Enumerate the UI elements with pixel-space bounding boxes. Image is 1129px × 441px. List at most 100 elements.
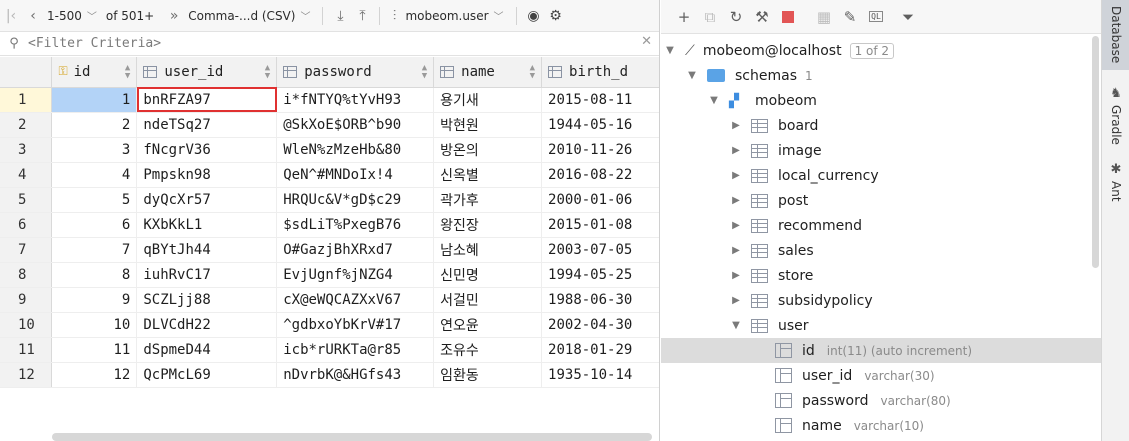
cell-birth-date[interactable]: 1944-05-16 <box>541 112 659 138</box>
chevron-down-icon[interactable]: ▼ <box>685 70 699 81</box>
chevron-down-icon[interactable]: ﹀ <box>300 8 310 23</box>
cell-user-id[interactable]: bnRFZA97 <box>136 87 278 113</box>
cell-user-id[interactable]: QcPMcL69 <box>136 362 278 388</box>
cell-id[interactable]: 9 <box>51 287 138 313</box>
cell-birth-date[interactable]: 2018-01-29 <box>541 337 659 363</box>
sort-icon[interactable]: ▲ ▼ <box>530 63 535 80</box>
sort-icon[interactable]: ▲ ▼ <box>265 63 270 80</box>
column-header-birth-date[interactable]: birth_d <box>541 57 659 88</box>
tree-column-user-id[interactable]: user_id varchar(30) <box>661 363 1101 388</box>
table-row[interactable]: 9 9 SCZLjj88 cX@eWQCAZXxV67 서걸민 1988-06-30 <box>0 287 659 313</box>
cell-password[interactable]: i*fNTYQ%tYvH93 <box>276 87 435 113</box>
cell-birth-date[interactable]: 1935-10-14 <box>541 362 659 388</box>
cell-name[interactable]: 남소혜 <box>433 237 543 263</box>
tree-table-board[interactable]: ▶ board <box>661 113 1101 138</box>
table-row[interactable]: 4 4 Pmpskn98 QeN^#MNDoIx!4 신옥별 2016-08-22 <box>0 162 659 188</box>
settings-wrench-icon[interactable]: ⚒ <box>749 5 775 29</box>
previous-page-icon[interactable]: ‹ <box>22 5 44 27</box>
cell-user-id[interactable]: iuhRvC17 <box>136 262 278 288</box>
cell-user-id[interactable]: SCZLjj88 <box>136 287 278 313</box>
tree-schemas[interactable]: ▼ schemas 1 <box>661 63 1101 88</box>
query-console-icon[interactable]: QL <box>863 5 889 29</box>
row-number[interactable]: 10 <box>0 312 53 338</box>
cell-id[interactable]: 4 <box>51 162 138 188</box>
chevron-down-icon[interactable]: ▼ <box>707 95 721 106</box>
tab-gradle[interactable]: ♞ Gradle <box>1102 80 1129 150</box>
sort-icon[interactable]: ▲ ▼ <box>125 63 130 80</box>
chevron-right-icon[interactable]: ▶ <box>729 170 743 181</box>
table-row[interactable]: 11 11 dSpmeD44 icb*rURKTa@r85 조유수 2018-01-29 <box>0 337 659 363</box>
tree-column-id[interactable]: id int(11) (auto increment) <box>661 338 1101 363</box>
filter-input[interactable]: <Filter Criteria> <box>28 36 161 51</box>
table-row[interactable]: 6 6 KXbKkL1 $sdLiT%PxegB76 왕진장 2015-01-08 <box>0 212 659 238</box>
tree-column-password[interactable]: password varchar(80) <box>661 388 1101 413</box>
row-number[interactable]: 4 <box>0 162 53 188</box>
cell-id[interactable]: 6 <box>51 212 138 238</box>
column-header-password[interactable]: password ▲ ▼ <box>276 57 435 88</box>
tree-table-sales[interactable]: ▶ sales <box>661 238 1101 263</box>
tree-table-store[interactable]: ▶ store <box>661 263 1101 288</box>
target-table[interactable]: mobeom.user <box>402 9 491 23</box>
tab-database[interactable]: Database <box>1102 0 1129 70</box>
cell-id[interactable]: 3 <box>51 137 138 163</box>
cell-name[interactable]: 곽가후 <box>433 187 543 213</box>
cell-birth-date[interactable]: 2002-04-30 <box>541 312 659 338</box>
table-row[interactable]: 7 7 qBYtJh44 O#GazjBhXRxd7 남소혜 2003-07-05 <box>0 237 659 263</box>
chevron-right-icon[interactable]: ▶ <box>729 120 743 131</box>
cell-id[interactable]: 12 <box>51 362 138 388</box>
cell-birth-date[interactable]: 2015-08-11 <box>541 87 659 113</box>
tree-table-recommend[interactable]: ▶ recommend <box>661 213 1101 238</box>
row-number[interactable]: 3 <box>0 137 53 163</box>
cell-user-id[interactable]: KXbKkL1 <box>136 212 278 238</box>
cell-user-id[interactable]: DLVCdH22 <box>136 312 278 338</box>
table-row[interactable]: 3 3 fNcgrV36 WleN%zMzeHb&80 방온의 2010-11-26 <box>0 137 659 163</box>
cell-password[interactable]: cX@eWQCAZXxV67 <box>276 287 435 313</box>
table-view-icon[interactable]: ▦ <box>811 5 837 29</box>
row-number[interactable]: 8 <box>0 262 53 288</box>
edit-icon[interactable]: ✎ <box>837 5 863 29</box>
tree-table-post[interactable]: ▶ post <box>661 188 1101 213</box>
view-icon[interactable]: ◉ <box>523 5 545 27</box>
close-icon[interactable]: ✕ <box>641 34 652 49</box>
cell-birth-date[interactable]: 2015-01-08 <box>541 212 659 238</box>
cell-name[interactable]: 왕진장 <box>433 212 543 238</box>
upload-icon[interactable]: ⤒ <box>351 5 373 27</box>
first-page-icon[interactable]: |‹ <box>0 5 22 27</box>
row-number[interactable]: 9 <box>0 287 53 313</box>
tree-connection[interactable]: ▼ ⟋ mobeom@localhost 1 of 2 <box>661 38 1101 63</box>
cell-name[interactable]: 서걸민 <box>433 287 543 313</box>
cell-birth-date[interactable]: 2010-11-26 <box>541 137 659 163</box>
table-row[interactable]: 2 2 ndeTSq27 @SkXoE$ORB^b90 박현원 1944-05-16 <box>0 112 659 138</box>
cell-name[interactable]: 조유수 <box>433 337 543 363</box>
cell-password[interactable]: icb*rURKTa@r85 <box>276 337 435 363</box>
table-row[interactable]: 1 1 bnRFZA97 i*fNTYQ%tYvH93 용기새 2015-08-11 <box>0 87 659 113</box>
page-range[interactable]: 1-500 <box>44 9 85 23</box>
cell-birth-date[interactable]: 2003-07-05 <box>541 237 659 263</box>
cell-password[interactable]: O#GazjBhXRxd7 <box>276 237 435 263</box>
chevron-down-icon[interactable]: ▼ <box>729 320 743 331</box>
cell-user-id[interactable]: dyQcXr57 <box>136 187 278 213</box>
add-icon[interactable]: + <box>671 5 697 29</box>
cell-name[interactable]: 용기새 <box>433 87 543 113</box>
row-number[interactable]: 7 <box>0 237 53 263</box>
cell-password[interactable]: HRQUc&V*gD$c29 <box>276 187 435 213</box>
column-header-id[interactable]: ⚿ id ▲ ▼ <box>51 57 138 88</box>
cell-id[interactable]: 10 <box>51 312 138 338</box>
tree-table-subsidypolicy[interactable]: ▶ subsidypolicy <box>661 288 1101 313</box>
chevron-down-icon[interactable]: ﹀ <box>494 8 504 23</box>
download-icon[interactable]: ⤓ <box>329 5 351 27</box>
cell-user-id[interactable]: qBYtJh44 <box>136 237 278 263</box>
cell-password[interactable]: ^gdbxoYbKrV#17 <box>276 312 435 338</box>
cell-name[interactable]: 신옥별 <box>433 162 543 188</box>
cell-name[interactable]: 임환동 <box>433 362 543 388</box>
tree-column-name[interactable]: name varchar(10) <box>661 413 1101 438</box>
cell-user-id[interactable]: ndeTSq27 <box>136 112 278 138</box>
row-number[interactable]: 12 <box>0 362 53 388</box>
chevron-down-icon[interactable]: ▼ <box>663 45 677 56</box>
cell-user-id[interactable]: fNcgrV36 <box>136 137 278 163</box>
cell-password[interactable]: WleN%zMzeHb&80 <box>276 137 435 163</box>
tab-ant[interactable]: ✱ Ant <box>1102 158 1129 210</box>
table-row[interactable]: 8 8 iuhRvC17 EvjUgnf%jNZG4 신민명 1994-05-25 <box>0 262 659 288</box>
cell-id[interactable]: 7 <box>51 237 138 263</box>
cell-password[interactable]: QeN^#MNDoIx!4 <box>276 162 435 188</box>
